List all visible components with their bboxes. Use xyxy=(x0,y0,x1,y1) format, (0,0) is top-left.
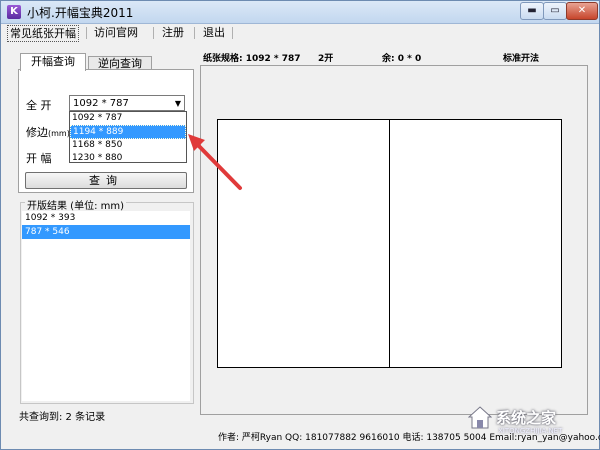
app-logo-icon: K xyxy=(7,5,21,19)
trim-label: 修边(mm) xyxy=(26,124,70,140)
menu-divider xyxy=(232,27,233,39)
result-list[interactable]: 1092 * 393 787 * 546 xyxy=(22,211,190,401)
paper-size-combobox[interactable]: 1092 * 787 ▼ xyxy=(69,95,185,111)
window-title: 小柯.开幅宝典2011 xyxy=(27,6,134,20)
remainder: 余: 0 * 0 xyxy=(382,54,422,64)
standard-method: 标准开法 xyxy=(503,54,540,64)
dropdown-option[interactable]: 1230 * 880 xyxy=(70,152,186,165)
kaifu-label: 开 幅 xyxy=(26,152,52,165)
paper-size-dropdown: 1092 * 787 1194 * 889 1168 * 850 1230 * … xyxy=(69,111,187,163)
trim-unit: (mm) xyxy=(48,129,70,138)
house-logo-icon xyxy=(468,406,492,429)
menu-exit[interactable]: 退出 xyxy=(201,25,227,40)
list-item[interactable]: 1092 * 393 xyxy=(22,211,190,225)
tab-kaifu-query[interactable]: 开幅查询 xyxy=(20,53,86,71)
menu-divider xyxy=(153,27,154,39)
menu-common-paper[interactable]: 常见纸张开幅 xyxy=(7,25,79,42)
menu-bar: 常见纸张开幅 访问官网 注册 退出 xyxy=(2,24,599,42)
paper-preview xyxy=(217,119,562,368)
trim-label-text: 修边 xyxy=(26,126,48,139)
menu-visit-site[interactable]: 访问官网 xyxy=(92,25,140,40)
cut-line xyxy=(389,120,390,367)
paper-spec: 纸张规格: 1092 * 787 xyxy=(203,54,301,64)
dropdown-option-selected[interactable]: 1194 * 889 xyxy=(70,124,186,139)
dropdown-option[interactable]: 1092 * 787 xyxy=(70,112,186,125)
record-count: 共查询到: 2 条记录 xyxy=(19,412,106,423)
watermark-text: 系统之家 xyxy=(496,409,557,427)
list-item-selected[interactable]: 787 * 546 xyxy=(22,225,190,239)
minimize-button[interactable]: ▬ xyxy=(520,2,544,20)
menu-divider xyxy=(86,27,87,39)
menu-register[interactable]: 注册 xyxy=(160,25,186,40)
watermark-url: XITONGZHIJIA.NET xyxy=(498,427,563,435)
query-button[interactable]: 查询 xyxy=(25,172,187,189)
dropdown-option[interactable]: 1168 * 850 xyxy=(70,139,186,152)
title-bar: K 小柯.开幅宝典2011 ▬ ▭ ✕ xyxy=(1,1,599,24)
combo-value: 1092 * 787 xyxy=(73,98,129,109)
maximize-button[interactable]: ▭ xyxy=(543,2,567,20)
full-size-label: 全 开 xyxy=(26,99,52,112)
menu-divider xyxy=(194,27,195,39)
result-legend: 开版结果 (单位: mm) xyxy=(25,197,127,212)
watermark: 系统之家 XITONGZHIJIA.NET xyxy=(468,404,590,435)
kai-count: 2开 xyxy=(318,54,334,64)
chevron-down-icon[interactable]: ▼ xyxy=(175,96,181,112)
close-button[interactable]: ✕ xyxy=(566,2,598,20)
